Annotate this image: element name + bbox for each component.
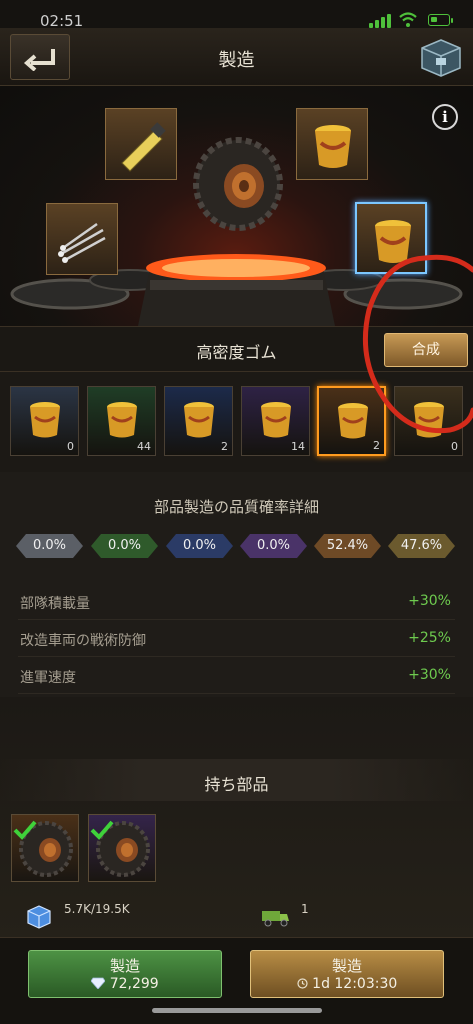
stat-label: 部隊積載量 — [20, 596, 90, 612]
clock-icon — [297, 978, 308, 989]
quality-count: 2 — [221, 440, 228, 453]
rubber-bucket-icon — [30, 402, 60, 438]
craft-time: 1d 12:03:30 — [312, 976, 398, 992]
rate-gold: 47.6% — [388, 534, 455, 558]
rubber-bucket-icon — [107, 402, 137, 438]
quality-count: 44 — [137, 440, 151, 453]
owned-parts-section: 持ち部品 5.7K/19.5K 1 — [0, 697, 473, 937]
owned-part-2[interactable] — [88, 814, 156, 882]
stat-value: +30% — [408, 667, 451, 683]
craft-label: 製造 — [331, 957, 362, 975]
tire-icon — [193, 137, 283, 231]
resource-truck-value: 1 — [301, 902, 309, 916]
stat-value: +25% — [408, 630, 451, 646]
truck-icon — [262, 911, 289, 927]
craft-label: 製造 — [109, 957, 140, 975]
quality-slot-purple[interactable]: 14 — [241, 386, 310, 456]
quality-probability-section: 部品製造の品質確率詳細 0.0% 0.0% 0.0% 0.0% 52.4% 47… — [0, 472, 473, 697]
glue-tube-icon — [121, 122, 166, 172]
cube-icon — [27, 905, 51, 929]
stat-row: 改造車両の戦術防御 +25% — [18, 620, 455, 657]
rate-gray: 0.0% — [16, 534, 83, 558]
ingredient-slot-3[interactable] — [46, 203, 118, 275]
rate-orange: 52.4% — [314, 534, 381, 558]
owned-parts-title: 持ち部品 — [204, 775, 269, 794]
rubber-bucket-icon — [261, 402, 291, 438]
info-icon[interactable]: i — [432, 104, 458, 130]
stat-row: 部隊積載量 +30% — [18, 583, 455, 620]
resource-cube-value: 5.7K/19.5K — [64, 902, 130, 916]
rate-green: 0.0% — [91, 534, 158, 558]
rubber-bucket-icon — [315, 125, 351, 168]
rivets-icon — [58, 222, 106, 263]
signal-icon — [369, 14, 391, 28]
stat-label: 進軍速度 — [20, 670, 76, 686]
chest-icon[interactable] — [416, 34, 466, 78]
page-title: 製造 — [218, 50, 255, 71]
quality-count: 14 — [291, 440, 305, 453]
home-indicator[interactable] — [152, 1008, 322, 1013]
quality-slot-gray[interactable]: 0 — [10, 386, 79, 456]
diamond-icon — [90, 977, 106, 990]
stat-label: 改造車両の戦術防御 — [20, 633, 146, 649]
rubber-bucket-icon — [184, 402, 214, 438]
quality-count: 0 — [67, 440, 74, 453]
stat-value: +30% — [408, 593, 451, 609]
rate-blue: 0.0% — [166, 534, 233, 558]
ingredient-slot-2[interactable] — [296, 108, 368, 180]
probability-title: 部品製造の品質確率詳細 — [153, 498, 319, 516]
quality-slot-blue[interactable]: 2 — [164, 386, 233, 456]
diamond-cost: 72,299 — [109, 976, 159, 992]
wifi-icon — [399, 12, 417, 27]
quality-slot-green[interactable]: 44 — [87, 386, 156, 456]
stat-row: 進軍速度 +30% — [18, 657, 455, 694]
ingredient-slot-1[interactable] — [105, 108, 177, 180]
craft-with-diamonds-button[interactable]: 製造 72,299 — [28, 950, 222, 998]
craft-with-time-button[interactable]: 製造 1d 12:03:30 — [250, 950, 444, 998]
annotation-circle — [362, 254, 473, 434]
header: 製造 — [0, 28, 473, 86]
check-icon — [13, 820, 37, 840]
owned-part-1[interactable] — [11, 814, 79, 882]
battery-icon — [428, 14, 453, 26]
rate-purple: 0.0% — [240, 534, 307, 558]
check-icon — [90, 820, 114, 840]
